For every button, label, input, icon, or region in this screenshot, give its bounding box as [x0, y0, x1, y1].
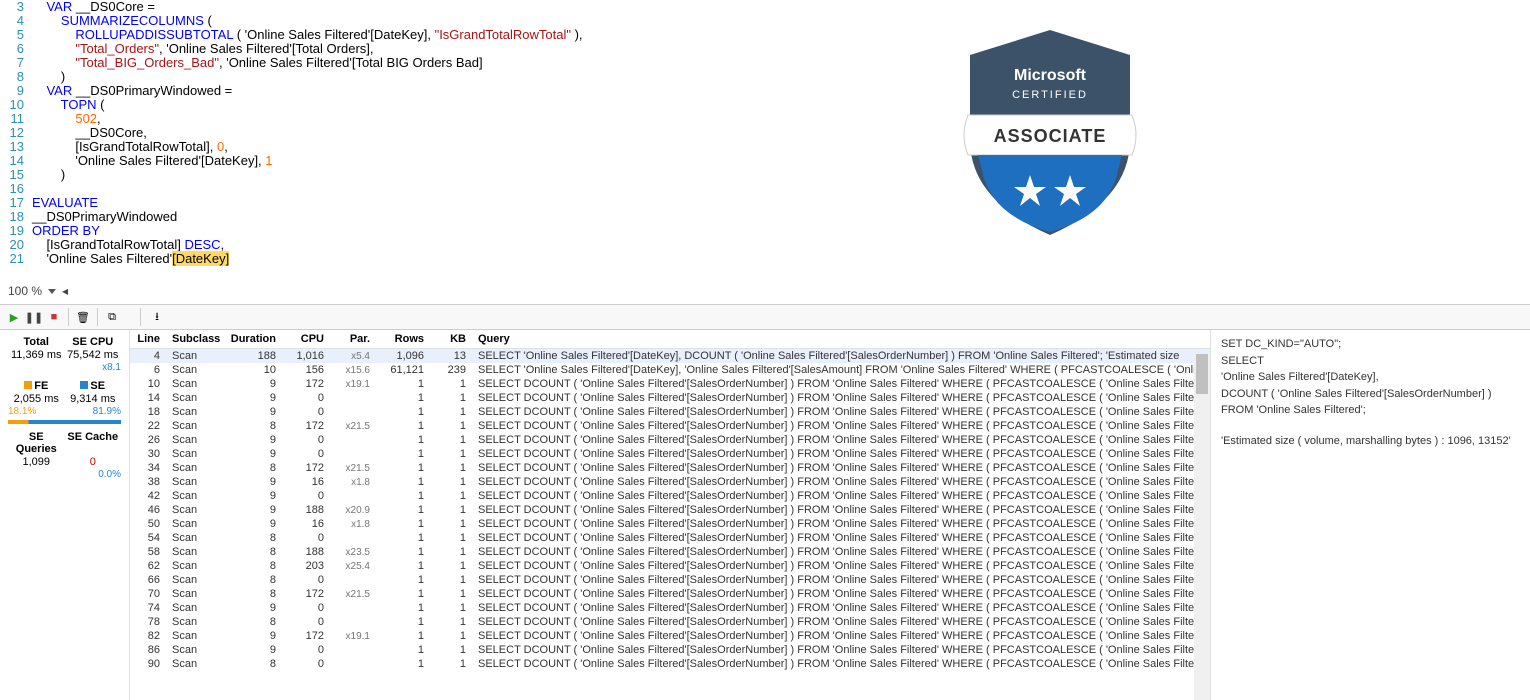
table-row[interactable]: 46Scan9188x20.911SELECT DCOUNT ( 'Online… [130, 503, 1210, 517]
dax-editor[interactable]: 3456789101112131415161718192021 VAR __DS… [0, 0, 1530, 278]
col-cpu[interactable]: CPU [282, 330, 330, 349]
col-rows[interactable]: Rows [376, 330, 430, 349]
query-detail-panel: SET DC_KIND="AUTO"; SELECT 'Online Sales… [1210, 330, 1530, 700]
total-ms: 11,369 ms [8, 349, 65, 361]
stop-icon[interactable]: ■ [46, 309, 62, 325]
table-row[interactable]: 62Scan8203x25.411SELECT DCOUNT ( 'Online… [130, 559, 1210, 573]
detail-line: 'Estimated size ( volume, marshalling by… [1221, 433, 1520, 450]
se-ms: 9,314 ms [65, 393, 122, 405]
table-row[interactable]: 14Scan9011SELECT DCOUNT ( 'Online Sales … [130, 391, 1210, 405]
table-row[interactable]: 74Scan9011SELECT DCOUNT ( 'Online Sales … [130, 601, 1210, 615]
col-line[interactable]: Line [130, 330, 166, 349]
table-row[interactable]: 42Scan9011SELECT DCOUNT ( 'Online Sales … [130, 489, 1210, 503]
col-kb[interactable]: KB [430, 330, 472, 349]
sequeries-val: 1,099 [8, 456, 65, 468]
clear-icon[interactable]: 🗑 [75, 309, 91, 325]
fe-pct: 18.1% [8, 406, 36, 417]
sequeries-label: SE Queries [8, 431, 65, 455]
table-row[interactable]: 26Scan9011SELECT DCOUNT ( 'Online Sales … [130, 433, 1210, 447]
table-row[interactable]: 30Scan9011SELECT DCOUNT ( 'Online Sales … [130, 447, 1210, 461]
table-row[interactable]: 66Scan8011SELECT DCOUNT ( 'Online Sales … [130, 573, 1210, 587]
table-row[interactable]: 86Scan9011SELECT DCOUNT ( 'Online Sales … [130, 643, 1210, 657]
total-label: Total [8, 336, 65, 348]
results-area: TotalSE CPU 11,369 ms75,542 ms x8.1 FESE… [0, 330, 1530, 700]
table-row[interactable]: 22Scan8172x21.511SELECT DCOUNT ( 'Online… [130, 419, 1210, 433]
col-query[interactable]: Query [472, 330, 1210, 349]
zoom-control[interactable]: 100 % ◂ [0, 280, 76, 302]
table-row[interactable]: 38Scan916x1.811SELECT DCOUNT ( 'Online S… [130, 475, 1210, 489]
secache-label: SE Cache [65, 431, 122, 455]
table-row[interactable]: 82Scan9172x19.111SELECT DCOUNT ( 'Online… [130, 629, 1210, 643]
table-row[interactable]: 6Scan10156x15.661,121239SELECT 'Online S… [130, 363, 1210, 377]
secpu-ms: 75,542 ms [65, 349, 122, 361]
col-subclass[interactable]: Subclass [166, 330, 224, 349]
detail-line: 'Online Sales Filtered'[DateKey], [1221, 369, 1520, 386]
table-row[interactable]: 78Scan8011SELECT DCOUNT ( 'Online Sales … [130, 615, 1210, 629]
fe-label: FE [34, 380, 48, 392]
pause-icon[interactable]: ❚❚ [26, 309, 42, 325]
table-row[interactable]: 90Scan8011SELECT DCOUNT ( 'Online Sales … [130, 657, 1210, 671]
detail-line: SELECT [1221, 353, 1520, 370]
table-row[interactable]: 10Scan9172x19.111SELECT DCOUNT ( 'Online… [130, 377, 1210, 391]
col-par[interactable]: Par. [330, 330, 376, 349]
table-row[interactable]: 18Scan9011SELECT DCOUNT ( 'Online Sales … [130, 405, 1210, 419]
table-row[interactable]: 50Scan916x1.811SELECT DCOUNT ( 'Online S… [130, 517, 1210, 531]
secpu-multiplier: x8.1 [102, 362, 121, 373]
table-row[interactable]: 34Scan8172x21.511SELECT DCOUNT ( 'Online… [130, 461, 1210, 475]
export-icon[interactable]: ⭳ [149, 309, 165, 325]
scrollbar[interactable]: ▲ [1194, 354, 1210, 700]
secpu-label: SE CPU [65, 336, 122, 348]
secache-pct: 0.0% [98, 469, 121, 480]
scroll-thumb[interactable] [1196, 354, 1208, 394]
table-row[interactable]: 58Scan8188x23.511SELECT DCOUNT ( 'Online… [130, 545, 1210, 559]
line-gutter: 3456789101112131415161718192021 [0, 0, 28, 266]
play-icon[interactable]: ▶ [6, 309, 22, 325]
table-row[interactable]: 54Scan8011SELECT DCOUNT ( 'Online Sales … [130, 531, 1210, 545]
se-label: SE [90, 380, 105, 392]
zoom-value: 100 % [8, 284, 42, 298]
results-toolbar: ▶ ❚❚ ■ 🗑 ⧉ ⭳ [0, 304, 1530, 330]
detail-line: SET DC_KIND="AUTO"; [1221, 336, 1520, 353]
fe-se-bar [8, 420, 121, 424]
code-content[interactable]: VAR __DS0Core = SUMMARIZECOLUMNS ( ROLLU… [32, 0, 583, 266]
table-row[interactable]: 4Scan1881,016x5.41,09613SELECT 'Online S… [130, 349, 1210, 364]
timing-stats-panel: TotalSE CPU 11,369 ms75,542 ms x8.1 FE SE… [0, 330, 130, 700]
col-duration[interactable]: Duration [224, 330, 282, 349]
query-grid[interactable]: Line Subclass Duration CPU Par. Rows KB … [130, 330, 1210, 700]
table-row[interactable]: 70Scan8172x21.511SELECT DCOUNT ( 'Online… [130, 587, 1210, 601]
detail-line: FROM 'Online Sales Filtered'; [1221, 402, 1520, 419]
fe-ms: 2,055 ms [8, 393, 65, 405]
se-pct: 81.9% [93, 406, 121, 417]
detail-line: DCOUNT ( 'Online Sales Filtered'[SalesOr… [1221, 386, 1520, 403]
secache-val: 0 [65, 456, 122, 468]
copy-icon[interactable]: ⧉ [104, 309, 120, 325]
chevron-down-icon[interactable] [48, 289, 56, 294]
